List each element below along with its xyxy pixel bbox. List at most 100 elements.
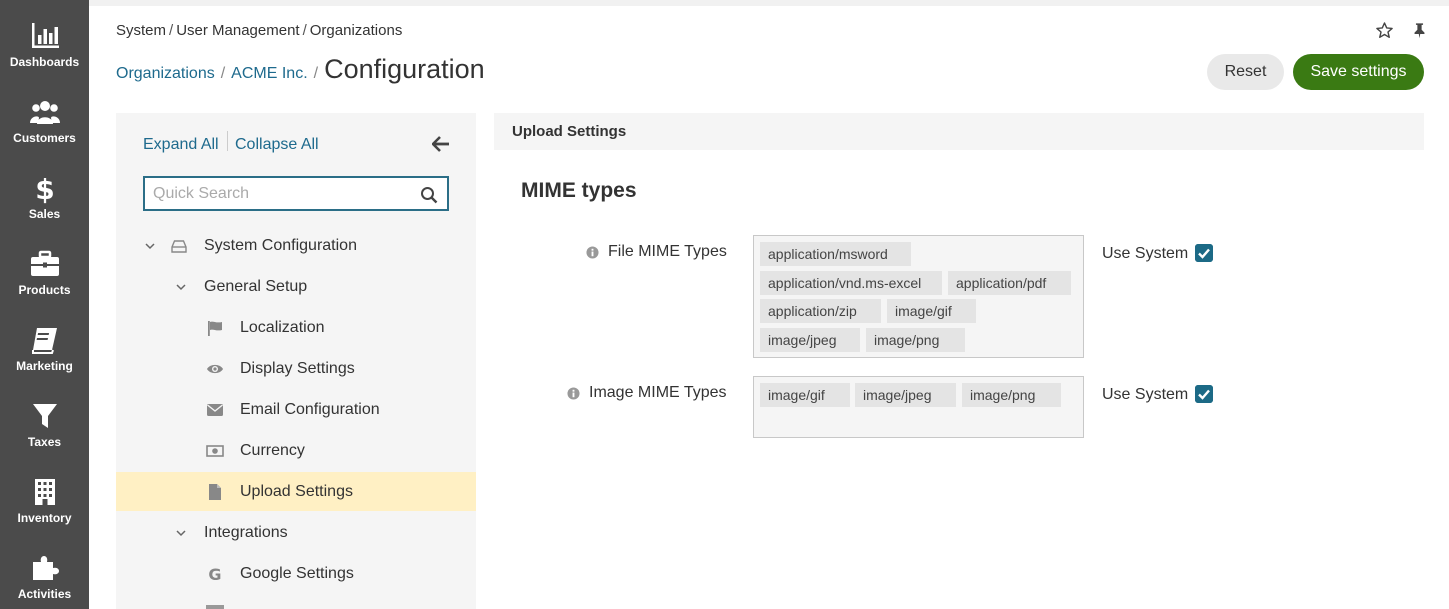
building-icon <box>34 479 55 505</box>
tree-node-label: Email Configuration <box>240 400 380 418</box>
file-mime-tags-input[interactable]: application/msword application/vnd.ms-ex… <box>753 235 1084 358</box>
acme-link[interactable]: ACME Inc. <box>231 65 307 83</box>
mime-tag[interactable]: image/gif <box>887 299 976 323</box>
tree-node-label: General Setup <box>204 277 308 295</box>
quick-search-input[interactable] <box>153 184 413 204</box>
dollar-icon: $ <box>35 173 54 204</box>
tree-node-label: Google Settings <box>240 564 354 582</box>
breadcrumb-separator: / <box>302 22 307 39</box>
briefcase-icon <box>30 250 59 276</box>
reset-button[interactable]: Reset <box>1207 54 1284 90</box>
nav-item-products[interactable]: Products <box>0 228 89 304</box>
mime-types-heading: MIME types <box>521 179 637 202</box>
drive-icon <box>171 240 187 253</box>
main-sidebar: Dashboards Customers $ Sales Products Ma… <box>0 0 89 609</box>
info-icon[interactable] <box>567 386 580 400</box>
mime-tag[interactable]: image/png <box>866 328 965 352</box>
expand-all-link[interactable]: Expand All <box>143 136 219 154</box>
file-mime-label: File MIME Types <box>586 243 727 261</box>
puzzle-icon <box>32 556 59 580</box>
nav-item-taxes[interactable]: Taxes <box>0 380 89 456</box>
config-tree-panel: Expand All Collapse All System Configura… <box>116 113 476 609</box>
tree-node-label: System Configuration <box>204 236 357 254</box>
mime-tag[interactable]: application/msword <box>760 242 911 266</box>
nav-item-inventory[interactable]: Inventory <box>0 456 89 532</box>
mime-tag[interactable]: application/zip <box>760 299 881 323</box>
nav-label: Customers <box>13 131 76 145</box>
nav-label: Products <box>18 283 71 297</box>
use-system-checkbox[interactable] <box>1195 385 1213 403</box>
info-icon[interactable] <box>586 245 599 259</box>
chart-bar-icon <box>31 23 59 48</box>
tree-node-system-configuration[interactable]: System Configuration <box>116 226 476 265</box>
nav-item-activities[interactable]: Activities <box>0 532 89 608</box>
tree-node-display-settings[interactable]: Display Settings <box>116 349 476 388</box>
tree-node-localization[interactable]: Localization <box>116 308 476 347</box>
image-mime-label-text: Image MIME Types <box>589 384 727 401</box>
mime-tag[interactable]: application/vnd.ms-excel <box>760 271 942 295</box>
use-system-label: Use System <box>1102 386 1189 403</box>
book-icon <box>31 328 57 354</box>
mime-tag[interactable]: image/png <box>962 383 1061 407</box>
users-icon <box>29 101 60 124</box>
page-title-line: Organizations / ACME Inc. / Configuratio… <box>116 54 485 85</box>
chevron-down-icon[interactable] <box>175 527 187 539</box>
tree-node-integrations[interactable]: Integrations <box>116 513 476 552</box>
image-mime-tags-input[interactable]: image/gif image/jpeg image/png <box>753 376 1084 438</box>
eye-icon <box>207 364 223 374</box>
mime-tag[interactable]: image/gif <box>760 383 850 407</box>
tree-node-label: Integrations <box>204 523 288 541</box>
money-icon <box>206 445 224 457</box>
mime-tag[interactable]: application/pdf <box>948 271 1071 295</box>
tree-node-currency[interactable]: Currency <box>116 431 476 470</box>
google-icon: G <box>208 565 221 583</box>
tree-node-email-configuration[interactable]: Email Configuration <box>116 390 476 429</box>
file-mime-label-text: File MIME Types <box>608 243 727 260</box>
breadcrumb-item-user-management[interactable]: User Management <box>176 22 299 39</box>
chevron-down-icon[interactable] <box>144 240 156 252</box>
use-system-checkbox[interactable] <box>1195 244 1213 262</box>
mime-tag[interactable]: image/jpeg <box>855 383 956 407</box>
nav-label: Dashboards <box>9 55 80 69</box>
mime-tag[interactable]: image/jpeg <box>760 328 860 352</box>
nav-item-customers[interactable]: Customers <box>0 76 89 152</box>
breadcrumb-item-system[interactable]: System <box>116 22 166 39</box>
svg-text:G: G <box>208 565 221 583</box>
title-separator: / <box>313 65 319 82</box>
tree-node-google-settings[interactable]: G Google Settings <box>116 554 476 593</box>
breadcrumb-item-organizations[interactable]: Organizations <box>310 22 403 39</box>
section-title: Upload Settings <box>512 123 627 140</box>
arrow-left-icon[interactable] <box>432 136 450 152</box>
nav-item-marketing[interactable]: Marketing <box>0 304 89 380</box>
divider <box>227 131 228 151</box>
tree-node-partial <box>206 605 224 609</box>
nav-item-sales[interactable]: $ Sales <box>0 152 89 228</box>
nav-item-dashboards[interactable]: Dashboards <box>0 0 89 76</box>
nav-label: Sales <box>28 207 61 221</box>
collapse-all-link[interactable]: Collapse All <box>235 136 319 154</box>
tree-node-general-setup[interactable]: General Setup <box>116 267 476 306</box>
nav-label: Inventory <box>17 511 72 525</box>
top-strip <box>89 0 1449 6</box>
filter-icon <box>32 404 57 428</box>
use-system-label: Use System <box>1102 245 1189 262</box>
tree-node-upload-settings[interactable]: Upload Settings <box>116 472 476 511</box>
nav-label: Taxes <box>27 435 62 449</box>
chevron-down-icon[interactable] <box>175 281 187 293</box>
svg-text:$: $ <box>35 173 54 204</box>
title-separator: / <box>220 65 226 82</box>
image-mime-label: Image MIME Types <box>567 384 727 402</box>
page-title: Configuration <box>324 54 485 84</box>
search-icon[interactable] <box>420 186 438 204</box>
quick-search-box <box>143 176 449 211</box>
nav-label: Marketing <box>16 359 73 373</box>
file-icon <box>209 484 221 500</box>
envelope-icon <box>207 404 223 416</box>
save-settings-button[interactable]: Save settings <box>1293 54 1424 90</box>
organizations-link[interactable]: Organizations <box>116 65 215 83</box>
tree-node-label: Upload Settings <box>240 482 353 500</box>
pin-icon[interactable] <box>1411 22 1428 39</box>
breadcrumb: System / User Management / Organizations <box>116 22 402 39</box>
flag-icon <box>208 321 222 336</box>
star-icon[interactable] <box>1375 21 1394 40</box>
